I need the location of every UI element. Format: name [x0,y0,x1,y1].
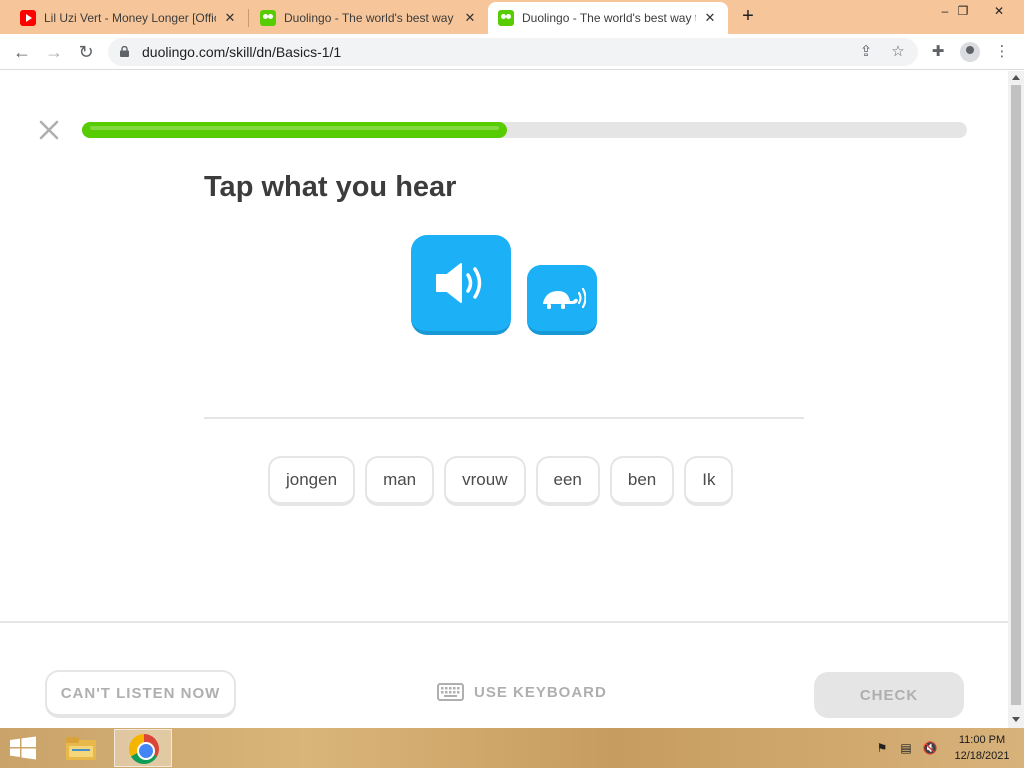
duolingo-icon [498,10,514,26]
window-close-button[interactable]: ✕ [984,2,1014,20]
duolingo-icon [260,10,276,26]
word-tile[interactable]: jongen [268,456,356,506]
forward-icon[interactable]: → [42,40,66,64]
tab-title: Duolingo - The world's best way to learn [522,11,696,25]
profile-avatar-icon[interactable] [960,42,980,62]
volume-muted-icon[interactable]: 🔇 [922,740,938,756]
check-button[interactable]: CHECK [814,672,964,718]
close-tab-icon[interactable]: ✕ [702,10,718,26]
challenge-prompt: Tap what you hear [204,171,457,203]
back-icon[interactable]: ← [10,40,34,64]
scroll-down-icon[interactable] [1012,717,1020,722]
close-tab-icon[interactable]: ✕ [222,10,238,26]
turtle-slow-icon [543,287,586,309]
clock-date: 12/18/2021 [954,750,1010,762]
address-bar[interactable]: duolingo.com/skill/dn/Basics-1/1 ⇪ ☆ [108,38,918,66]
keyboard-icon [437,683,464,701]
browser-tab-youtube[interactable]: Lil Uzi Vert - Money Longer [Official ✕ [0,2,248,34]
restore-button[interactable]: ❐ [948,2,978,20]
use-keyboard-button[interactable]: USE KEYBOARD [437,681,607,703]
browser-toolbar: ← → ↻ duolingo.com/skill/dn/Basics-1/1 ⇪… [0,34,1024,70]
menu-kebab-icon[interactable]: ⋮ [992,42,1012,62]
use-keyboard-label: USE KEYBOARD [474,683,607,701]
scrollbar-thumb[interactable] [1011,85,1021,705]
close-lesson-icon[interactable] [38,119,60,141]
word-bank: jongen man vrouw een ben Ik [268,456,734,506]
word-tile[interactable]: een [535,456,600,506]
extensions-puzzle-icon[interactable]: ✚ [928,42,948,62]
url-text: duolingo.com/skill/dn/Basics-1/1 [142,44,342,60]
action-center-flag-icon[interactable]: ⚑ [874,740,890,756]
word-tile[interactable]: man [365,456,435,506]
lesson-progress-fill [82,122,507,138]
word-tile[interactable]: ben [609,456,675,506]
tab-title: Duolingo - The world's best way to learn [284,11,456,25]
browser-tab-duolingo-active[interactable]: Duolingo - The world's best way to learn… [488,2,728,34]
chrome-taskbar-button[interactable] [114,729,172,767]
lesson-progress-bar [82,122,967,138]
windows-start-icon[interactable] [8,736,38,760]
network-icon[interactable]: ▤ [898,740,914,756]
tab-title: Lil Uzi Vert - Money Longer [Official [44,11,216,25]
new-tab-button[interactable]: + [738,6,758,26]
cant-listen-now-button[interactable]: CAN'T LISTEN NOW [45,670,236,718]
answer-line [204,417,804,419]
play-slow-audio-button[interactable] [527,265,597,335]
lesson-footer: CAN'T LISTEN NOW USE KEYBOARD CHECK [0,621,1008,728]
system-clock[interactable]: 11:00 PM 12/18/2021 [950,732,1014,764]
scroll-up-icon[interactable] [1012,75,1020,80]
browser-tab-strip: Lil Uzi Vert - Money Longer [Official ✕ … [0,0,1024,34]
lock-icon [120,46,129,57]
windows-taskbar: ⚑ ▤ 🔇 11:00 PM 12/18/2021 [0,728,1024,768]
speaker-icon [436,263,482,303]
share-icon[interactable]: ⇪ [856,42,876,62]
chrome-icon [129,734,159,764]
play-audio-button[interactable] [411,235,511,335]
browser-tab-duolingo-1[interactable]: Duolingo - The world's best way to learn… [248,2,488,34]
page-scrollbar[interactable] [1008,71,1024,728]
close-tab-icon[interactable]: ✕ [462,10,478,26]
clock-time: 11:00 PM [958,734,1006,746]
bookmark-star-icon[interactable]: ☆ [888,42,908,62]
word-tile[interactable]: vrouw [444,456,526,506]
file-explorer-icon[interactable] [64,734,98,762]
reload-icon[interactable]: ↻ [74,40,98,64]
word-tile[interactable]: Ik [684,456,734,506]
youtube-icon [20,10,36,26]
duolingo-lesson-page: Tap what you hear jongen man vrouw een b… [0,71,1008,728]
